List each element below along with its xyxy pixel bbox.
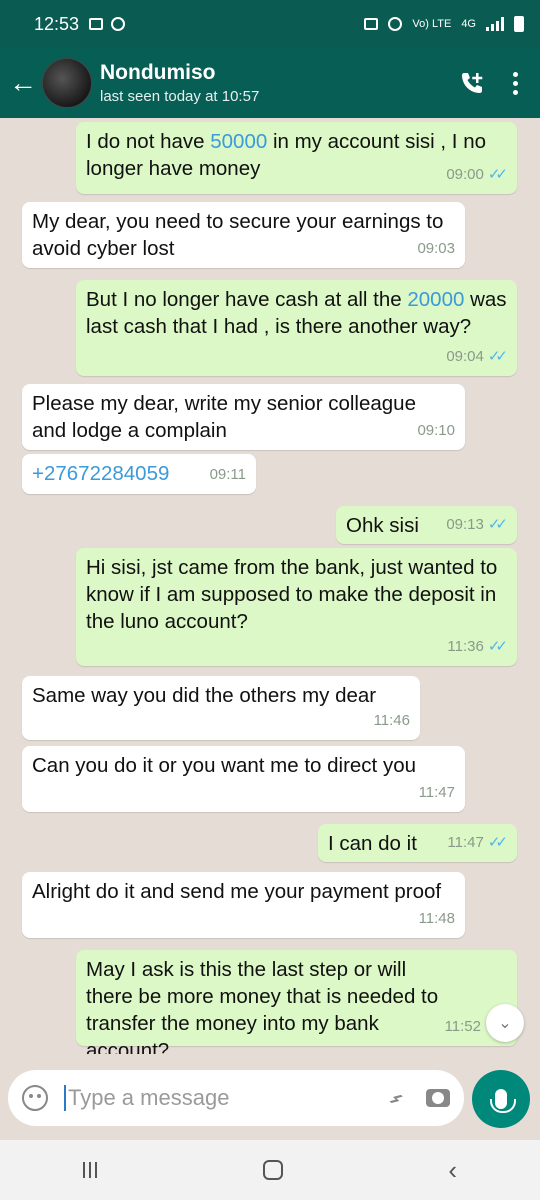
message-outgoing[interactable]: But I no longer have cash at all the 200… bbox=[76, 280, 517, 376]
battery-icon bbox=[514, 16, 524, 32]
home-icon[interactable] bbox=[262, 1160, 283, 1180]
read-ticks-icon: ✓✓ bbox=[487, 348, 508, 365]
contact-info[interactable]: Nondumiso last seen today at 10:57 bbox=[100, 61, 259, 105]
back-arrow-icon[interactable]: ← bbox=[4, 48, 42, 118]
alarm-icon bbox=[364, 18, 379, 30]
message-time: 09:13 bbox=[446, 516, 484, 533]
camera-icon[interactable] bbox=[426, 1089, 450, 1107]
read-ticks-icon: ✓✓ bbox=[487, 516, 508, 533]
read-ticks-icon: ✓✓ bbox=[487, 638, 508, 655]
emoji-icon[interactable] bbox=[22, 1085, 48, 1111]
message-time: 09:10 bbox=[417, 422, 455, 439]
volte-indicator: Vo) LTE bbox=[412, 18, 452, 30]
network-type: 4G bbox=[461, 18, 476, 30]
clock-icon bbox=[388, 17, 403, 31]
message-placeholder[interactable]: Type a message bbox=[64, 1085, 229, 1111]
mic-icon[interactable] bbox=[472, 1070, 530, 1128]
message-incoming[interactable]: My dear, you need to secure your earning… bbox=[22, 202, 465, 268]
recent-apps-icon[interactable] bbox=[82, 1162, 97, 1178]
composer: Type a message ⌁ bbox=[0, 1054, 540, 1140]
contact-name: Nondumiso bbox=[100, 61, 216, 84]
gallery-notification-icon bbox=[89, 18, 104, 30]
message-outgoing[interactable]: Hi sisi, jst came from the bank, just wa… bbox=[76, 548, 517, 666]
read-ticks-icon: ✓✓ bbox=[487, 166, 508, 183]
message-time: 09:11 bbox=[209, 466, 246, 483]
whatsapp-notification-icon bbox=[111, 17, 126, 31]
message-outgoing[interactable]: May I ask is this the last step or will … bbox=[76, 950, 517, 1054]
contact-avatar[interactable] bbox=[42, 58, 92, 108]
message-time: 11:47 bbox=[447, 834, 484, 851]
message-incoming[interactable]: Please my dear, write my senior colleagu… bbox=[22, 384, 465, 450]
message-time: 11:46 bbox=[373, 712, 410, 729]
back-nav-icon[interactable]: ‹ bbox=[448, 1155, 457, 1186]
message-incoming[interactable]: Alright do it and send me your payment p… bbox=[22, 872, 465, 938]
message-outgoing[interactable]: Ohk sisi 09:13 ✓✓ bbox=[336, 506, 517, 544]
more-options-icon[interactable] bbox=[513, 71, 518, 95]
status-bar: 12:53 Vo) LTE 4G bbox=[0, 0, 540, 48]
message-time: 11:48 bbox=[418, 910, 455, 927]
message-input[interactable]: Type a message ⌁ bbox=[8, 1070, 464, 1126]
signal-icon bbox=[486, 17, 504, 31]
message-time: 11:52 bbox=[444, 1018, 481, 1035]
message-outgoing[interactable]: I can do it 11:47 ✓✓ bbox=[318, 824, 517, 862]
read-ticks-icon: ✓✓ bbox=[487, 834, 508, 851]
chat-area[interactable]: I do not have 50000 in my account sisi ,… bbox=[0, 118, 540, 1054]
message-time: 11:47 bbox=[418, 784, 455, 801]
message-incoming[interactable]: Can you do it or you want me to direct y… bbox=[22, 746, 465, 812]
message-outgoing[interactable]: I do not have 50000 in my account sisi ,… bbox=[76, 122, 517, 194]
message-incoming[interactable]: Same way you did the others my dear 11:4… bbox=[22, 676, 420, 740]
scroll-down-icon[interactable]: ⌄ bbox=[486, 1004, 524, 1042]
add-call-icon[interactable] bbox=[459, 70, 485, 96]
message-incoming-link[interactable]: +27672284059 09:11 bbox=[22, 454, 256, 494]
last-seen: last seen today at 10:57 bbox=[100, 88, 260, 105]
chat-header: ← Nondumiso last seen today at 10:57 bbox=[0, 48, 540, 118]
message-time: 09:04 bbox=[446, 348, 484, 365]
message-time: 11:36 bbox=[447, 638, 484, 655]
message-time: 09:00 bbox=[446, 166, 484, 183]
attach-icon[interactable]: ⌁ bbox=[380, 1082, 413, 1115]
message-time: 09:03 bbox=[417, 240, 455, 257]
status-time: 12:53 bbox=[34, 13, 80, 34]
system-nav-bar: ‹ bbox=[0, 1140, 540, 1200]
